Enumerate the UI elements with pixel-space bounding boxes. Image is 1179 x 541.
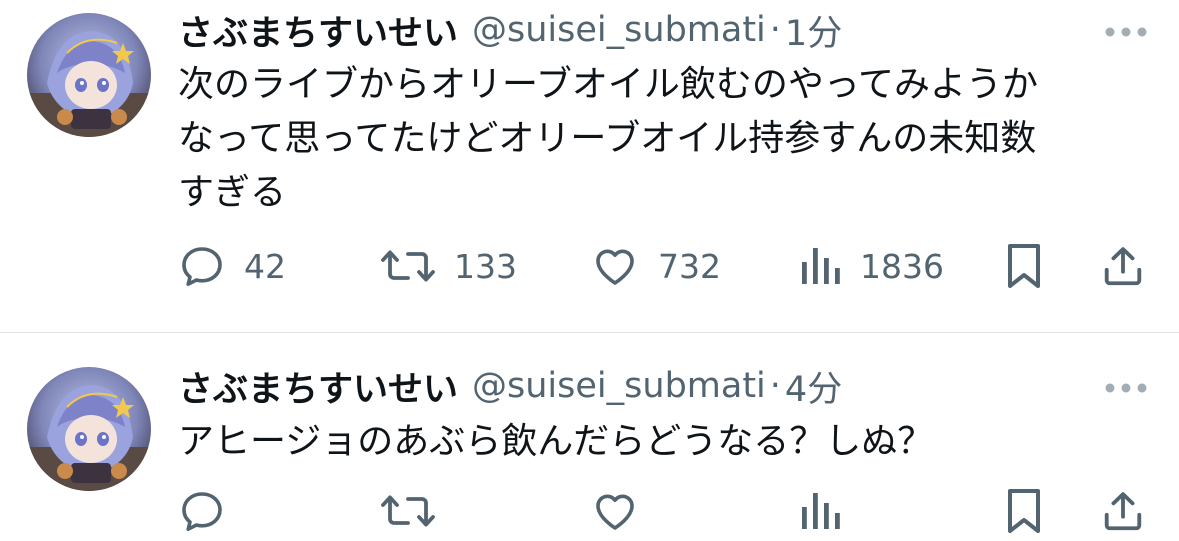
retweet-button[interactable]: 133 [380,236,517,296]
tweet-actions: 42 133 732 1836 [178,236,1148,296]
share-button[interactable] [1100,236,1146,296]
retweet-count: 133 [454,246,517,286]
tweet-header: さぶまちすいせい @suisei_submati · 1分 [178,4,842,56]
share-button[interactable] [1100,481,1146,541]
views-button[interactable]: 1836 [798,236,944,296]
retweet-icon [381,250,435,282]
like-button[interactable]: 732 [590,236,721,296]
retweet-icon [381,495,435,527]
timestamp[interactable]: 1分 [785,5,842,56]
bookmark-button[interactable] [1002,481,1046,541]
like-icon [596,249,634,285]
reply-icon [182,492,222,531]
more-button[interactable] [1104,378,1148,398]
tweet-actions [178,481,1148,541]
reply-button[interactable] [178,481,226,541]
reply-icon [182,247,222,286]
like-button[interactable] [590,481,640,541]
avatar-image [27,367,151,491]
more-button[interactable] [1104,22,1148,42]
bookmark-button[interactable] [1002,236,1046,296]
bookmark-icon [1008,489,1040,533]
user-handle[interactable]: @suisei_submati [472,10,766,50]
display-name[interactable]: さぶまちすいせい [178,361,458,412]
tweet-text: 次のライブからオリーブオイル飲むのやってみようか なって思ってたけどオリーブオイ… [178,64,1039,213]
avatar[interactable] [27,367,151,491]
tweet-text: アヒージョのあぶら飲んだらどうなる？しぬ？ [178,421,934,462]
avatar-image [27,13,151,137]
avatar[interactable] [27,13,151,137]
share-icon [1104,492,1142,531]
like-count: 732 [658,246,721,286]
timestamp[interactable]: 4分 [785,361,842,412]
views-icon [802,493,840,529]
display-name[interactable]: さぶまちすいせい [178,5,458,56]
tweet-1[interactable]: さぶまちすいせい @suisei_submati · 1分 次のライブからオリー… [0,0,1179,332]
tweet-2[interactable]: さぶまちすいせい @suisei_submati · 4分 アヒージョのあぶら飲… [0,333,1179,533]
views-count: 1836 [860,246,944,286]
separator-dot: · [769,10,781,50]
more-icon [1105,27,1147,37]
retweet-button[interactable] [380,481,436,541]
user-handle[interactable]: @suisei_submati [472,366,766,406]
reply-count: 42 [244,246,286,286]
like-icon [596,494,634,530]
bookmark-icon [1008,244,1040,288]
tweet-header: さぶまちすいせい @suisei_submati · 4分 [178,360,842,412]
more-icon [1105,383,1147,393]
views-icon [802,248,840,284]
share-icon [1104,247,1142,286]
reply-button[interactable]: 42 [178,236,286,296]
views-button[interactable] [798,481,842,541]
separator-dot: · [769,366,781,406]
